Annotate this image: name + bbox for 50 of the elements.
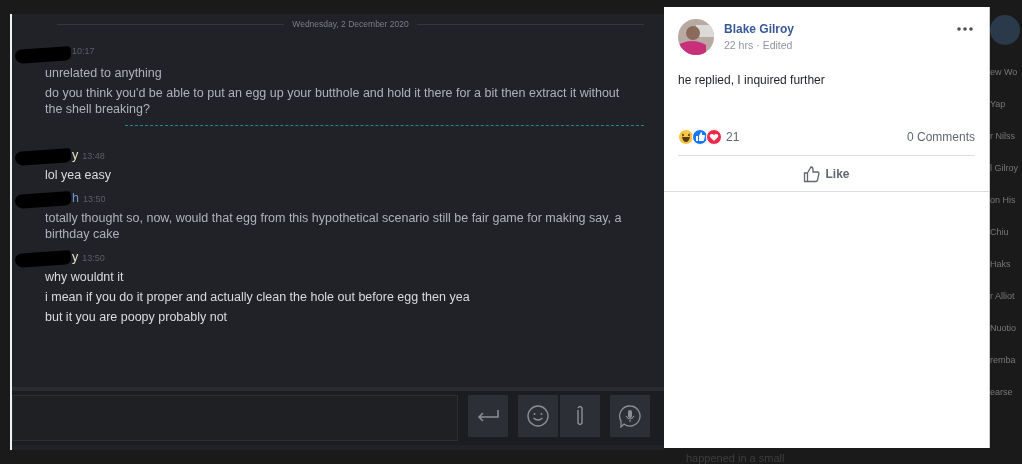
message-text: do you think you'd be able to put an egg up your butthole and hold it there for a bit then extract it without the shell breaking? <box>45 85 621 117</box>
microphone-icon <box>618 404 642 428</box>
message-time: 10:17 <box>72 46 95 56</box>
contact-name: Haks <box>990 259 1012 269</box>
separator-dot: · <box>756 39 760 51</box>
sender-name: h <box>72 191 79 205</box>
message-input[interactable] <box>12 395 458 441</box>
contact-name: Chiu <box>990 227 1010 237</box>
message-text: totally thought so, now, would that egg from this hypothetical scenario still be fair game for making say, a birthday cake <box>45 210 623 242</box>
more-icon[interactable] <box>957 27 973 31</box>
contact-name: r Alliot <box>990 291 1016 301</box>
contact-name: Yap <box>990 99 1007 109</box>
sender-name: y <box>72 148 79 162</box>
author-name[interactable]: Blake Gilroy <box>724 22 947 36</box>
edited-label: Edited <box>762 39 793 51</box>
post-age[interactable]: 22 hrs <box>724 39 754 51</box>
contact-name: on His <box>990 195 1017 205</box>
message-text: why wouldnt it <box>45 269 125 285</box>
contact-name: Nuotio <box>990 323 1017 333</box>
smiley-icon <box>527 405 549 427</box>
comments-link[interactable]: 0 Comments <box>906 130 975 144</box>
sender-name: y <box>72 250 79 264</box>
emoji-button[interactable] <box>518 395 558 437</box>
message-time: 13:50 <box>82 253 105 263</box>
message-text: but it you are poopy probably not <box>45 309 229 325</box>
redaction-mark <box>14 191 72 209</box>
message-text: unrelated to anything <box>45 65 163 81</box>
voice-button[interactable] <box>610 395 650 437</box>
thumbs-up-icon <box>803 164 822 183</box>
send-button[interactable] <box>468 395 508 437</box>
contact-name: r Nilss <box>990 131 1016 141</box>
contact-name: remba <box>990 355 1017 365</box>
avatar-icon <box>678 19 714 55</box>
message-time: 13:50 <box>82 194 106 204</box>
post-text: he replied, I inquired further <box>678 73 826 87</box>
enter-icon <box>476 409 500 423</box>
paperclip-icon <box>574 404 586 428</box>
redaction-mark <box>14 250 72 268</box>
message-text: i mean if you do it proper and actually clean the hole out before egg then yea <box>45 289 471 305</box>
reaction-count[interactable]: 21 <box>726 130 740 144</box>
message-text: lol yea easy <box>45 167 112 183</box>
contact-name: ew Wo <box>990 67 1019 77</box>
attach-button[interactable] <box>560 395 600 437</box>
thumbs-up-icon <box>692 129 708 145</box>
laughing-emoji-icon <box>678 129 694 145</box>
redaction-mark <box>14 148 72 166</box>
avatar-icon <box>990 15 1020 45</box>
redaction-mark <box>14 46 72 64</box>
contact-name: earse <box>990 387 1014 397</box>
date-divider: Wednesday, 2 December 2020 <box>292 19 409 29</box>
